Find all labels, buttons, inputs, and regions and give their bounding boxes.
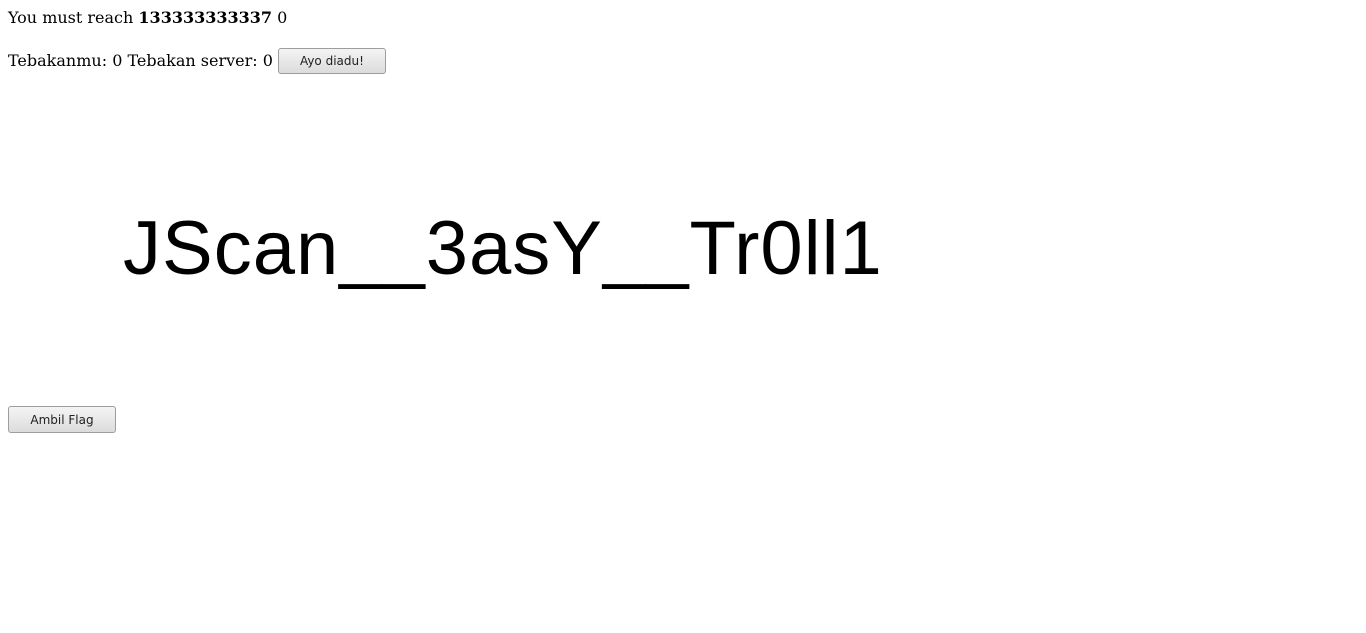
goal-target: 133333333337 <box>138 8 273 27</box>
server-guess-label: Tebakan server: <box>127 51 258 70</box>
current-counter: 0 <box>277 8 288 27</box>
goal-prefix: You must reach <box>8 8 134 27</box>
flag-canvas: JScan__3asY__Tr0ll1nG <box>123 206 880 291</box>
duel-button[interactable]: Ayo diadu! <box>277 47 386 74</box>
goal-line: You must reach 133333333337 0 <box>8 8 287 27</box>
server-guess-value: 0 <box>262 51 273 70</box>
score-line: Tebakanmu: 0 Tebakan server: 0 Ayo diadu… <box>8 47 386 74</box>
get-flag-button[interactable]: Ambil Flag <box>8 406 116 433</box>
flag-text: JScan__3asY__Tr0ll1nG <box>123 206 880 291</box>
player-guess-value: 0 <box>112 51 123 70</box>
player-guess-label: Tebakanmu: <box>8 51 108 70</box>
